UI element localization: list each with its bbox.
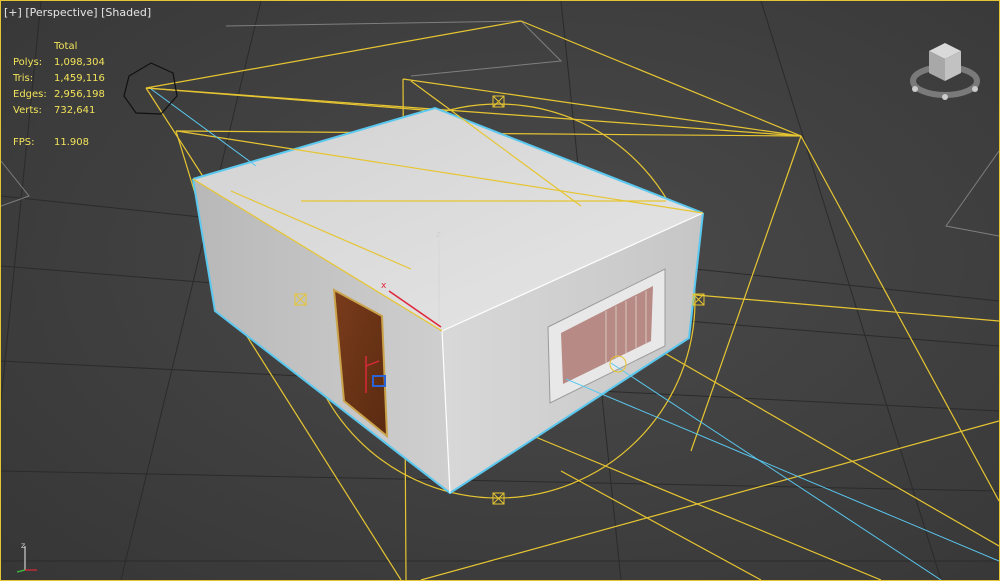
stats-total-header: Total — [54, 41, 78, 52]
statistics-overlay: Total Polys: 1,098,304 Tris: 1,459,116 E… — [13, 39, 105, 151]
viewport-label-menu: [+] [Perspective] [Shaded] — [4, 6, 151, 19]
stats-row-polys: Polys: 1,098,304 — [13, 55, 105, 71]
stats-row-verts: Verts: 732,641 — [13, 103, 105, 119]
stats-label: Tris: — [13, 73, 34, 84]
stats-value: 2,956,198 — [54, 89, 105, 100]
stats-row-fps: FPS: 11.908 — [13, 135, 105, 151]
stats-row-tris: Tris: 1,459,116 — [13, 71, 105, 87]
viewport-menu-shaded[interactable]: [Shaded] — [101, 6, 151, 19]
axis-tripod-icon: z — [16, 541, 37, 573]
gizmo-x-label: x — [381, 281, 387, 291]
stats-value: 11.908 — [54, 137, 89, 148]
stats-label: FPS: — [13, 137, 35, 148]
stats-value: 1,098,304 — [54, 57, 105, 68]
house-model[interactable] — [150, 80, 999, 580]
perspective-viewport[interactable]: [+] [Perspective] [Shaded] Total Polys: … — [0, 0, 1000, 581]
viewcube-icon[interactable] — [909, 39, 981, 105]
tripod-z-label: z — [21, 541, 25, 550]
stats-label: Polys: — [13, 57, 43, 68]
scene-canvas[interactable]: z x — [1, 1, 999, 580]
stats-value: 1,459,116 — [54, 73, 105, 84]
stats-label: Edges: — [13, 89, 47, 100]
stats-label: Verts: — [13, 105, 42, 116]
handle-top — [492, 95, 505, 108]
viewport-menu-perspective[interactable]: [Perspective] — [25, 6, 97, 19]
gizmo-z-label: z — [436, 230, 441, 240]
stats-row-edges: Edges: 2,956,198 — [13, 87, 105, 103]
viewport-menu-plus[interactable]: [+] — [4, 6, 22, 19]
stats-value: 732,641 — [54, 105, 96, 116]
